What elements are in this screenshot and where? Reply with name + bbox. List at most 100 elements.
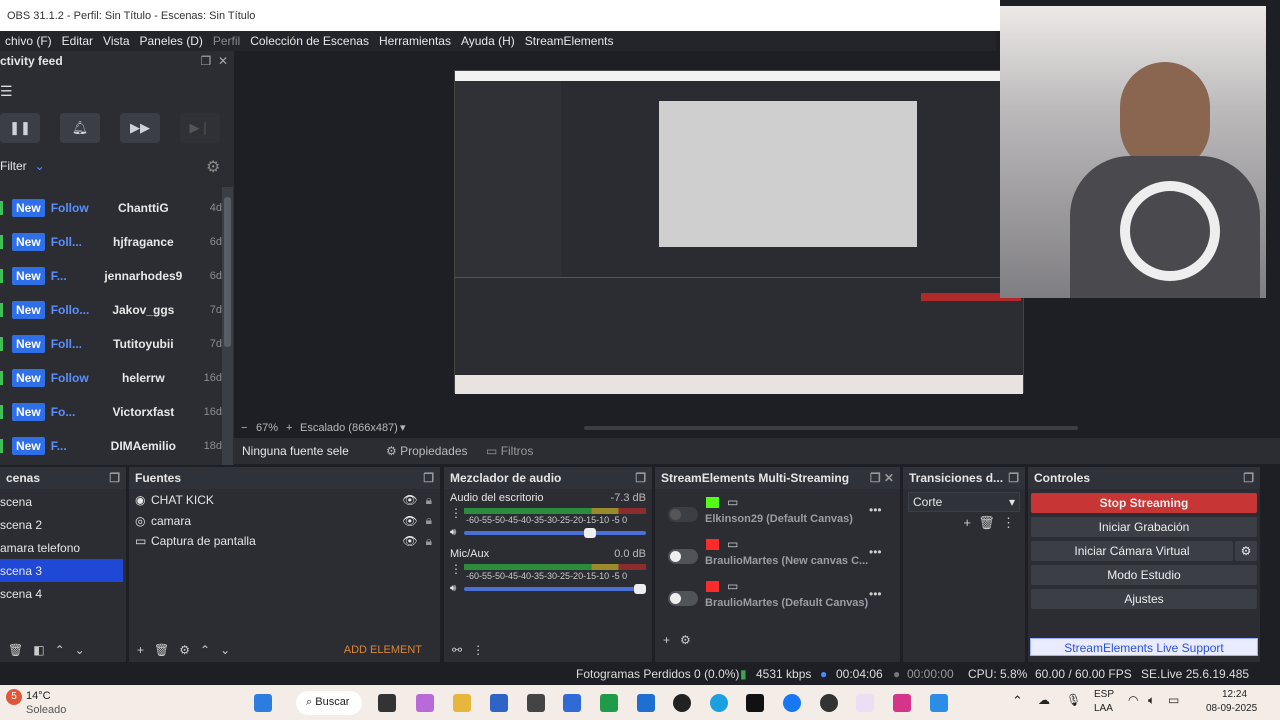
chevron-up-icon[interactable]: ⌃ [1012,693,1023,709]
taskbar-search[interactable]: ⌕ Buscar [296,691,362,715]
toggle-switch[interactable] [668,591,698,606]
menu-streamelements[interactable]: StreamElements [520,34,619,48]
trash-icon[interactable]: 🗑︎ [978,515,995,530]
gear-icon[interactable]: ⚙ [206,157,220,177]
preview-hscrollbar[interactable] [584,426,1078,430]
streamelements-icon[interactable] [856,694,874,712]
plus-icon[interactable]: + [963,515,971,530]
studio-mode-button[interactable]: Modo Estudio [1031,565,1257,585]
feed-row[interactable]: New Foll... hjfragance 6d [0,225,222,259]
app-icon[interactable] [930,694,948,712]
menu-help[interactable]: Ayuda (H) [456,34,520,48]
toggle-switch[interactable] [668,507,698,522]
settings-button[interactable]: Ajustes [1031,589,1257,609]
plus-icon[interactable]: + [137,643,144,657]
menu-icon[interactable]: ☰ [0,83,13,100]
gear-icon[interactable]: ⚙ [1235,541,1257,561]
plus-icon[interactable]: + [663,633,670,647]
scene-item[interactable]: scena 3 [0,559,123,582]
pause-icon[interactable]: ❚❚ [0,113,40,143]
scaled-resolution[interactable]: Escalado (866x487) [300,422,398,434]
stop-streaming-button[interactable]: Stop Streaming [1031,493,1257,513]
menu-file[interactable]: chivo (F) [0,34,57,48]
more-icon[interactable]: ⋮ [450,562,462,576]
trash-icon[interactable]: 🗑︎ [154,643,169,657]
down-arrow-icon[interactable]: ⌄ [220,643,230,657]
transition-select[interactable]: Corte ▾ [908,492,1020,512]
fast-forward-icon[interactable]: ▶▶ [120,113,160,143]
more-icon[interactable]: ••• [869,587,882,601]
volume-slider[interactable] [464,527,646,538]
lock-icon[interactable]: 🔒︎ [426,534,432,549]
more-icon[interactable]: ⋮ [472,643,484,657]
live-support-button[interactable]: StreamElements Live Support [1030,638,1258,656]
eye-icon[interactable]: 👁︎ [402,534,417,548]
battery-icon[interactable]: ▭ [1168,693,1179,707]
windows-start-icon[interactable] [254,694,272,712]
scene-item[interactable]: scena [0,490,123,513]
task-view-icon[interactable] [378,694,396,712]
speaker-icon[interactable]: 🔈︎ [1148,693,1155,708]
filters-button[interactable]: ▭ Filtros [486,444,533,458]
excel-icon[interactable] [600,694,618,712]
cloud-icon[interactable]: ☁ [1038,693,1050,707]
obs-icon[interactable] [820,694,838,712]
source-item[interactable]: ◉ CHAT KICK 👁︎ 🔒︎ [129,490,440,511]
feed-row[interactable]: New Fo... Victorxfast 16d [0,395,222,429]
speaker-icon[interactable]: 🔊︎ [450,583,464,594]
start-recording-button[interactable]: Iniciar Grabación [1031,517,1257,537]
more-icon[interactable]: ⋮ [450,506,462,520]
more-icon[interactable]: ⋮ [1002,515,1015,530]
feed-row[interactable]: New Foll... Tutitoyubii 7d [0,327,222,361]
undock-icon[interactable]: ❐ [635,471,646,485]
source-item[interactable]: ◎ camara 👁︎ 🔒︎ [129,511,440,532]
vscode-icon[interactable] [563,694,581,712]
language-code[interactable]: ESP [1094,689,1114,700]
scene-item[interactable]: scena 4 [0,582,123,605]
down-arrow-icon[interactable]: ⌄ [75,643,85,657]
volume-slider[interactable] [464,583,646,594]
tiktok-icon[interactable] [746,694,764,712]
feed-scrollbar[interactable] [222,187,233,465]
skip-icon[interactable]: ▶❘ [180,113,220,143]
undock-icon[interactable]: ❐ [109,471,120,485]
menu-view[interactable]: Vista [98,34,134,48]
stream-target[interactable]: ▭ BraulioMartes (Default Canvas) ••• [655,579,900,621]
speaker-icon[interactable]: 🔊︎ [450,527,464,538]
filter-icon[interactable]: ◧ [33,643,44,657]
feed-row[interactable]: New F... DIMAemilio 18d [0,429,222,463]
feed-row[interactable]: New Follow helerrw 16d [0,361,222,395]
lock-icon[interactable]: 🔒︎ [426,493,432,508]
menu-scene-collection[interactable]: Colección de Escenas [245,34,374,48]
mic-icon[interactable]: 🎙︎ [1066,693,1081,707]
feed-row[interactable]: New Follow ChanttiG 4d [0,191,222,225]
lock-icon[interactable]: 🔒︎ [426,513,432,528]
undock-icon[interactable]: ❐ [1008,471,1019,485]
source-item[interactable]: ▭ Captura de pantalla 👁︎ 🔒︎ [129,531,440,552]
caret-down-icon[interactable]: ▾ [400,421,406,434]
scene-item[interactable]: amara telefono [0,536,123,559]
store-icon[interactable] [490,694,508,712]
eye-icon[interactable]: 👁︎ [402,514,417,528]
scene-item[interactable]: scena 2 [0,513,123,536]
up-arrow-icon[interactable]: ⌃ [200,643,210,657]
zoom-plus-icon[interactable]: + [286,422,292,434]
feed-filter[interactable]: Filter ⌄ [0,159,45,173]
add-element-button[interactable]: ADD ELEMENT [344,644,422,656]
wifi-icon[interactable]: ◠ [1128,693,1138,707]
edge-icon[interactable] [710,694,728,712]
menu-edit[interactable]: Editar [57,34,98,48]
gear-icon[interactable]: ⚙ [179,643,190,657]
file-explorer-icon[interactable] [453,694,471,712]
outlook-icon[interactable] [637,694,655,712]
properties-button[interactable]: ⚙ Propiedades [386,444,468,458]
app-icon[interactable] [527,694,545,712]
gear-icon[interactable]: ⚙ [680,633,691,647]
close-icon[interactable]: ✕ [218,54,228,68]
dock-undock-icon[interactable]: ❐ ✕ [201,54,229,68]
more-icon[interactable]: ••• [869,545,882,559]
menu-tools[interactable]: Herramientas [374,34,456,48]
feed-row[interactable]: New F... jennarhodes9 6d [0,259,222,293]
toggle-switch[interactable] [668,549,698,564]
up-arrow-icon[interactable]: ⌃ [55,643,65,657]
